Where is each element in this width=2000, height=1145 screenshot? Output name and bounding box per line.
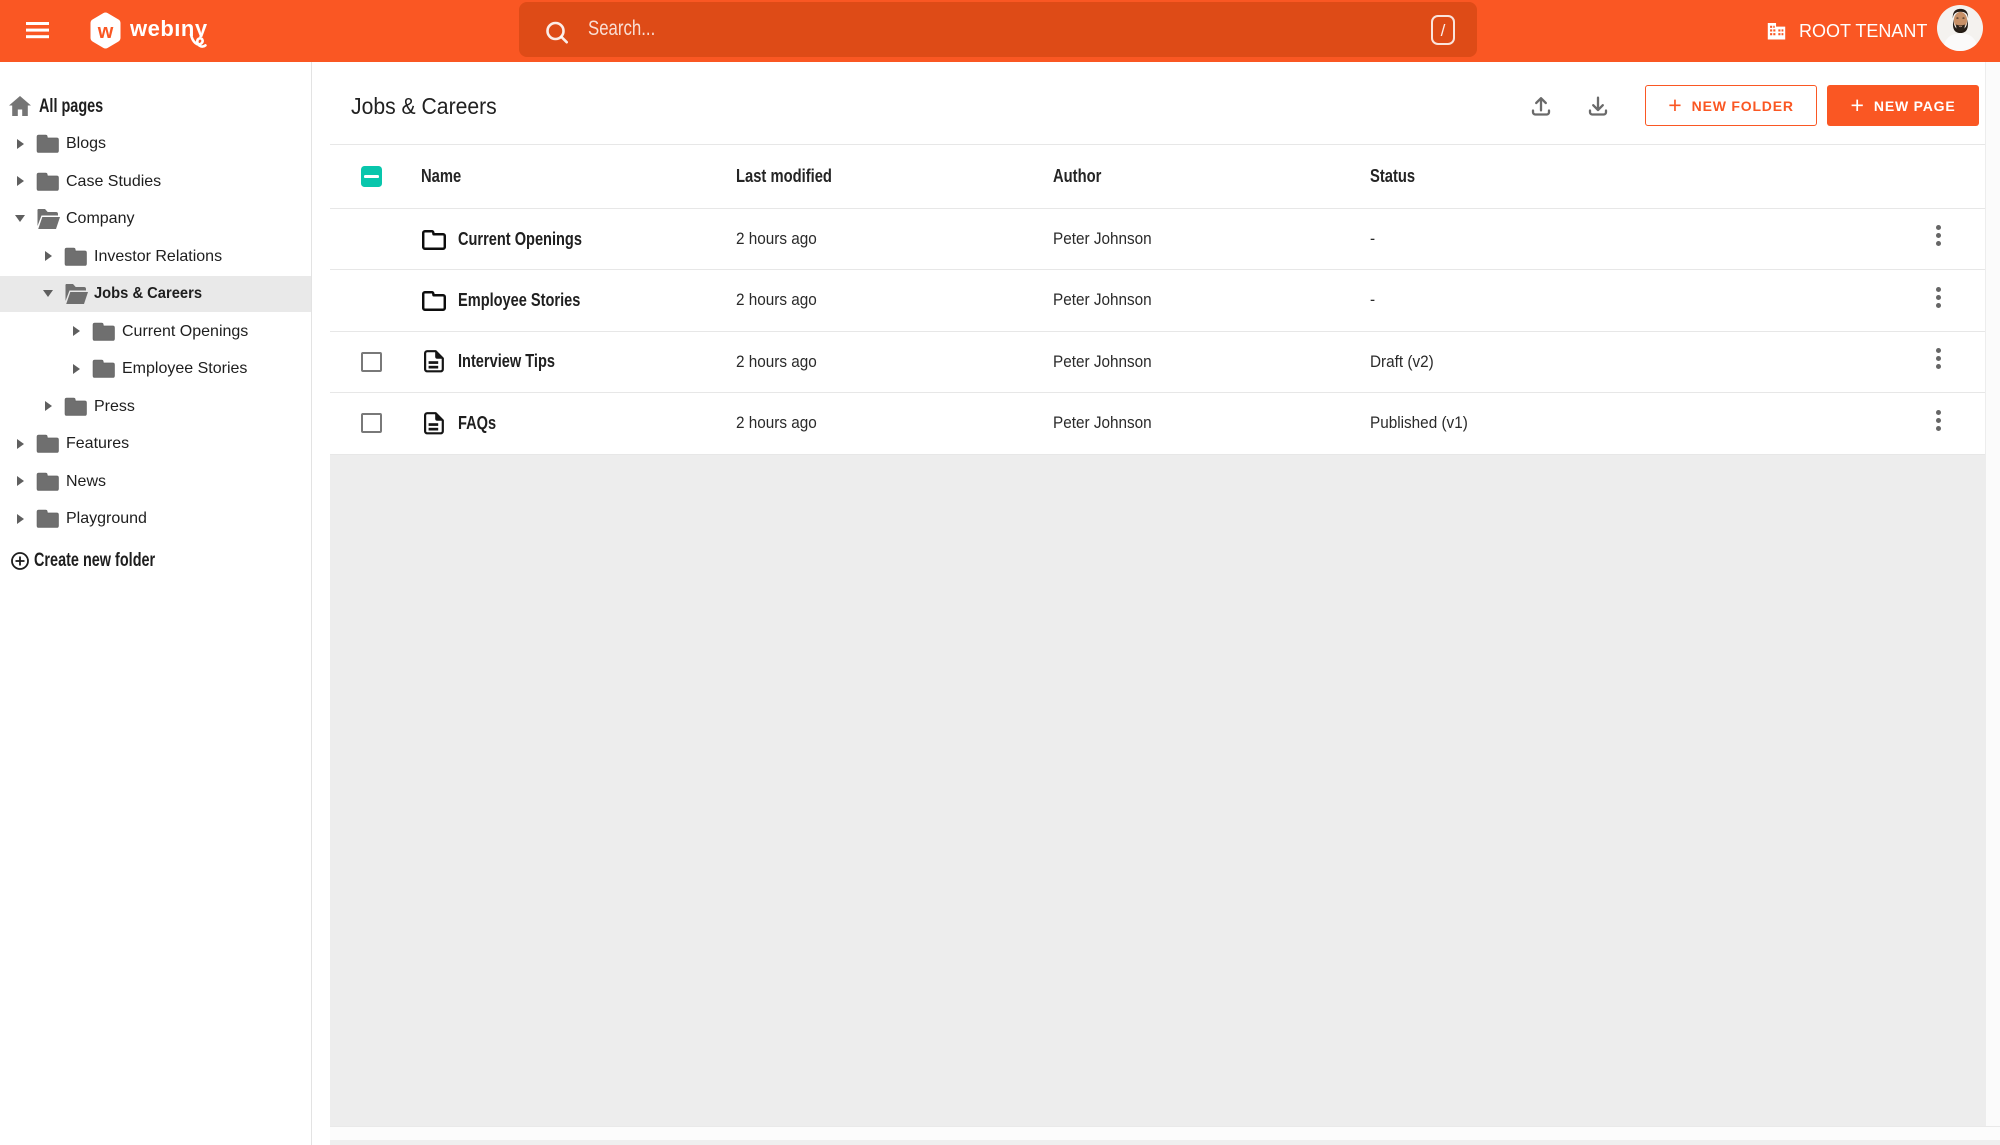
svg-text:w: w	[97, 21, 114, 43]
